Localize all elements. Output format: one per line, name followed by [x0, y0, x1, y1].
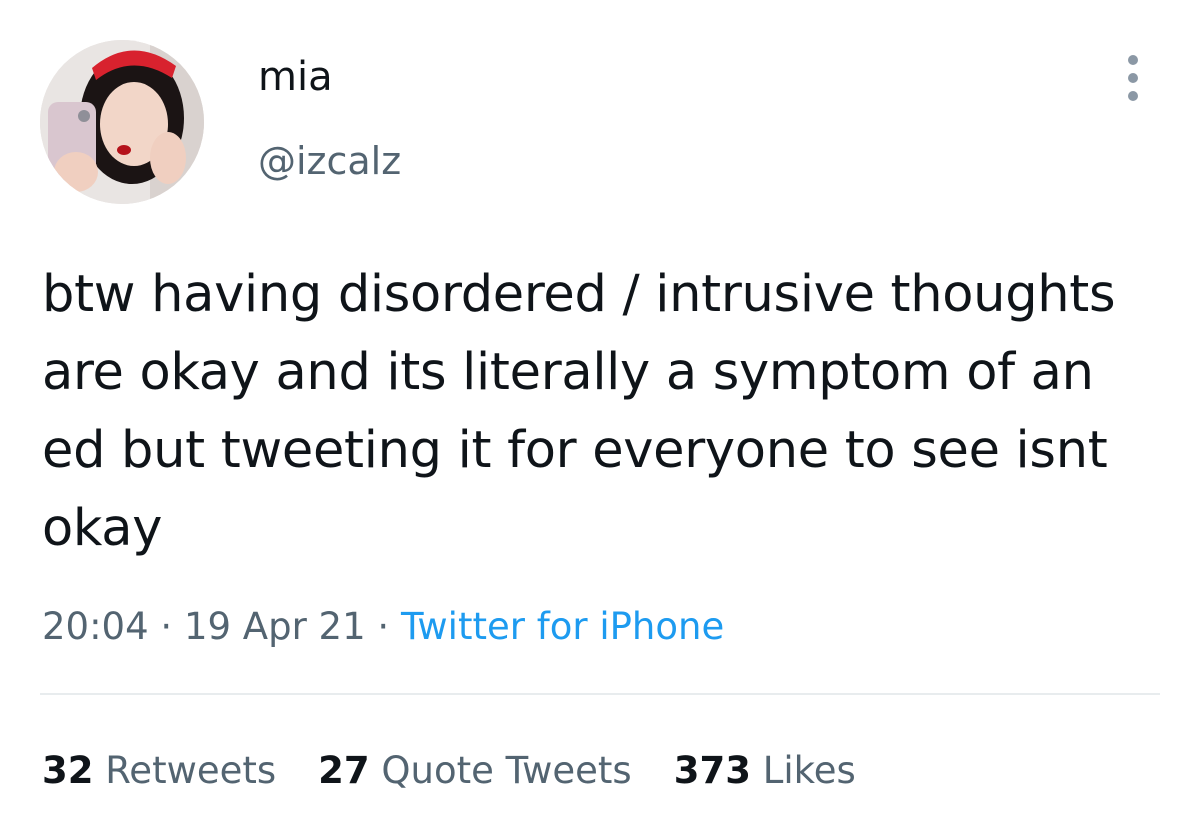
more-vertical-icon[interactable] [1118, 52, 1148, 104]
retweets-count: 32 [42, 749, 94, 792]
tweet-time[interactable]: 20:04 [42, 605, 149, 648]
quote-tweets-stat[interactable]: 27 Quote Tweets [318, 748, 632, 794]
likes-label: Likes [762, 749, 856, 792]
tweet-metadata: 20:04 · 19 Apr 21 · Twitter for iPhone [42, 604, 724, 650]
tweet-text: btw having disordered / intrusive though… [42, 265, 1116, 558]
likes-count: 373 [673, 749, 751, 792]
tweet-stats: 32 Retweets 27 Quote Tweets 373 Likes [42, 748, 898, 794]
username-handle[interactable]: @izcalz [258, 138, 401, 184]
quote-tweets-count: 27 [318, 749, 370, 792]
likes-stat[interactable]: 373 Likes [674, 748, 856, 794]
profile-photo-icon [40, 40, 204, 204]
tweet-source-link[interactable]: Twitter for iPhone [401, 605, 724, 648]
retweets-label: Retweets [105, 749, 277, 792]
display-name[interactable]: mia [258, 52, 333, 102]
divider [40, 693, 1160, 695]
meta-separator: · [160, 605, 173, 648]
quote-tweets-label: Quote Tweets [381, 749, 632, 792]
meta-separator: · [377, 605, 390, 648]
avatar[interactable] [40, 40, 204, 204]
tweet-date[interactable]: 19 Apr 21 [184, 605, 366, 648]
retweets-stat[interactable]: 32 Retweets [42, 748, 276, 794]
